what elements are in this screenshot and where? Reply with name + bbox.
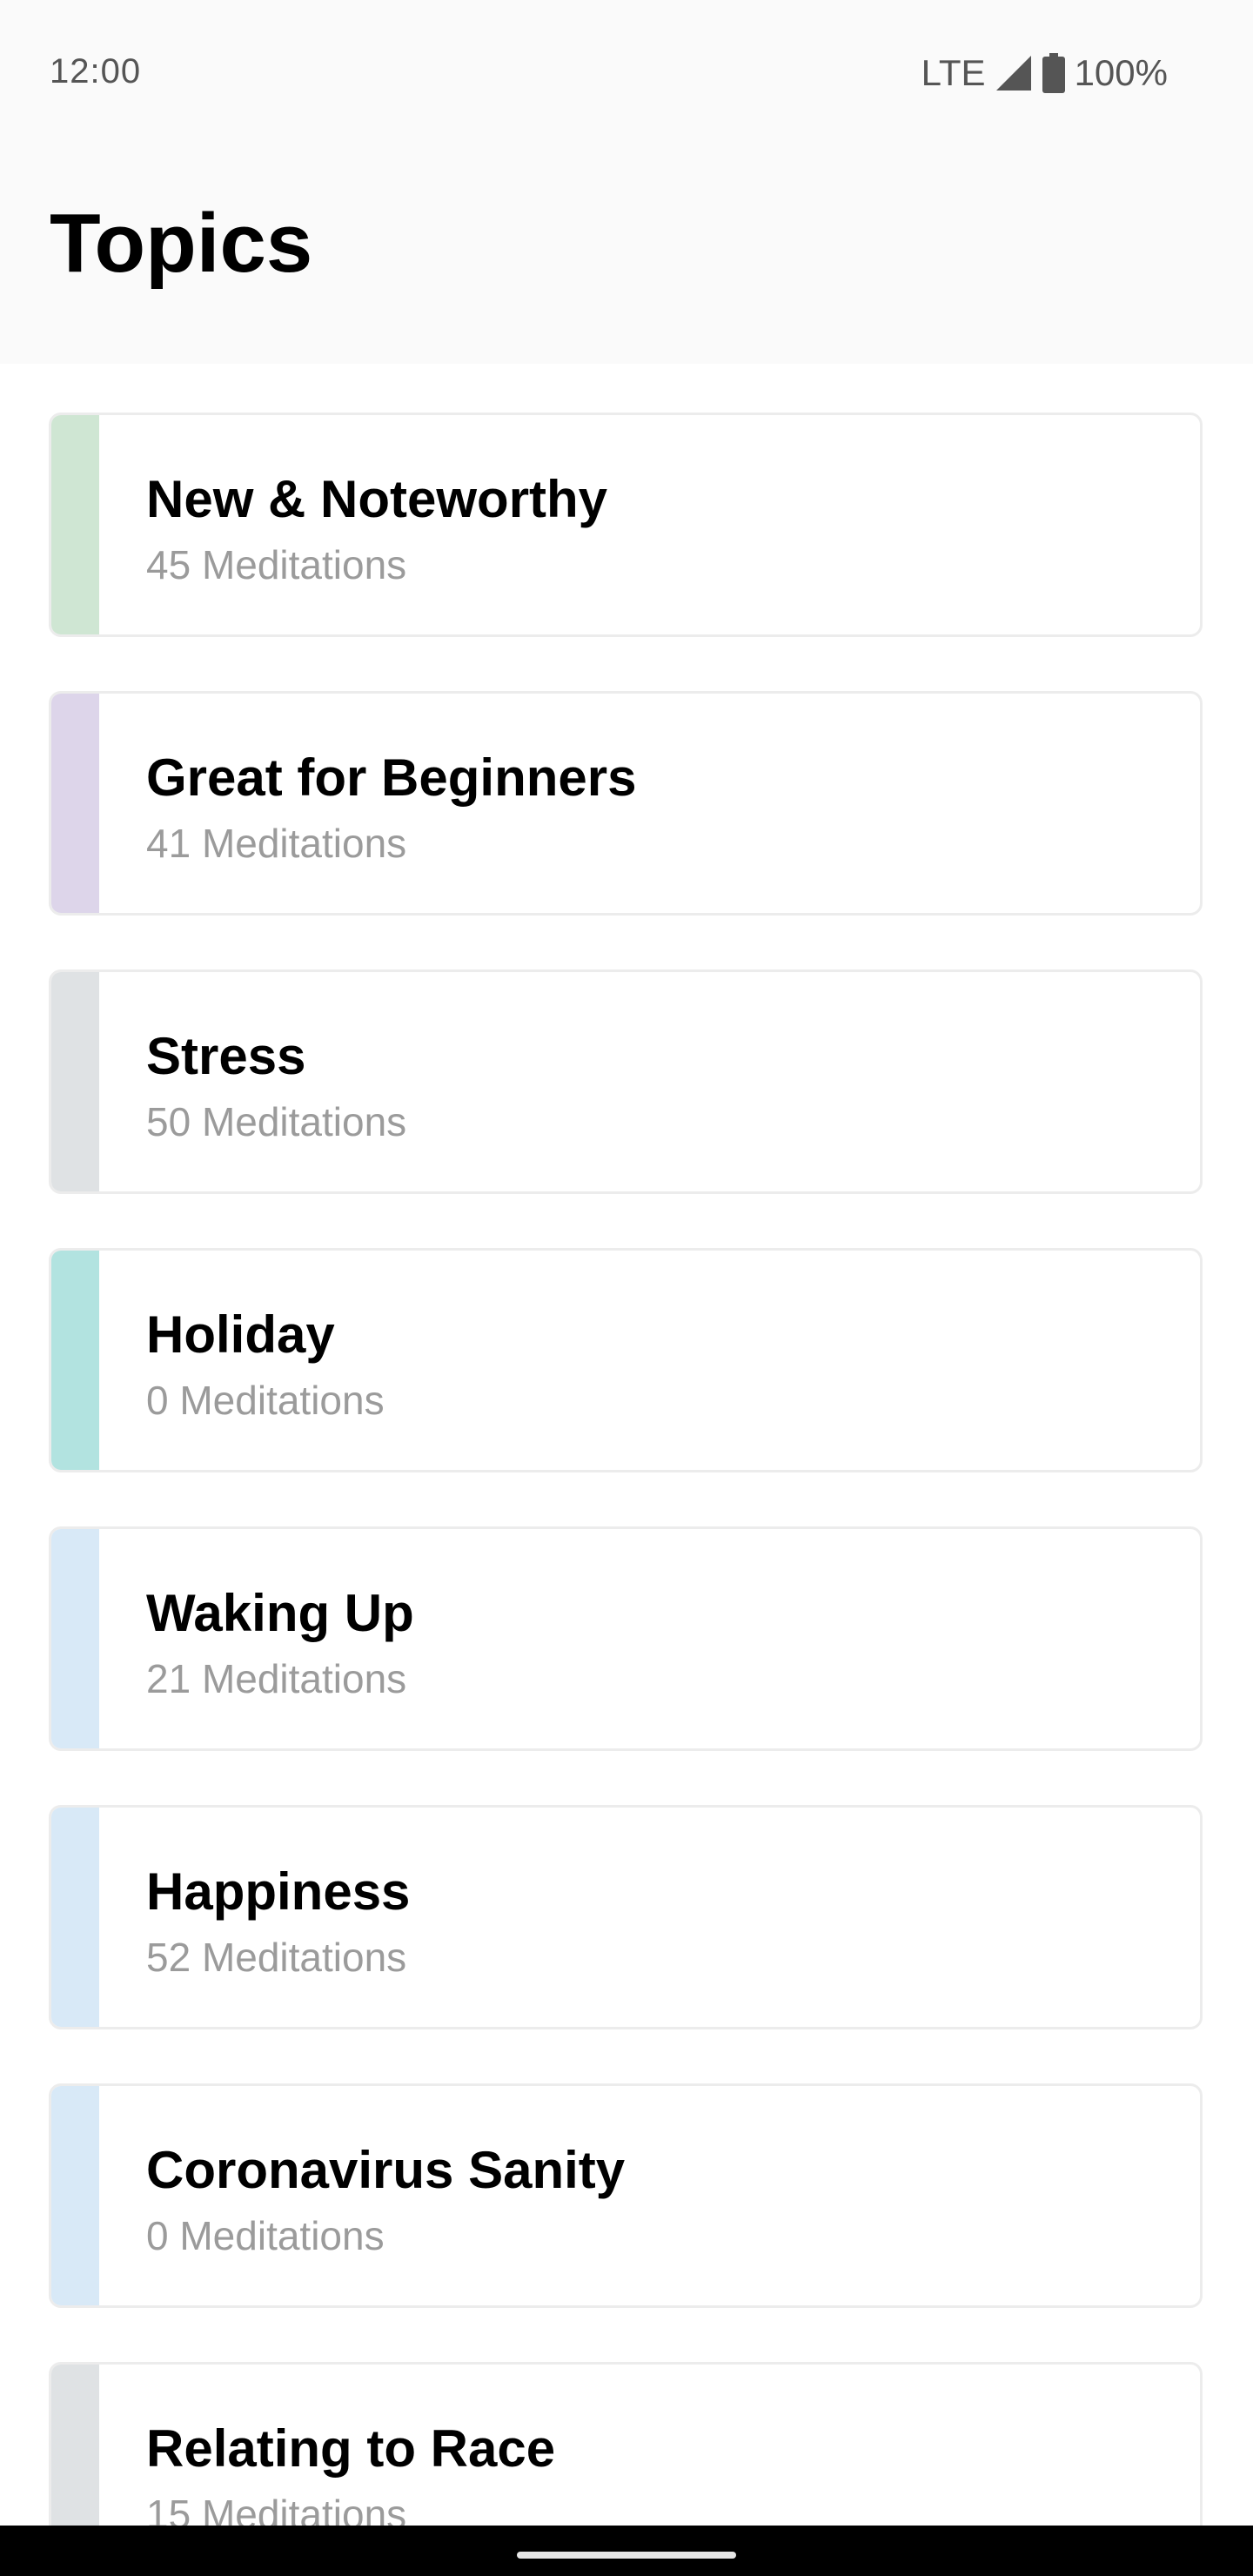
battery-percent: 100%: [1074, 52, 1168, 93]
battery-icon: [1042, 53, 1065, 93]
topic-title: Great for Beginners: [146, 748, 637, 807]
topic-title: Holiday: [146, 1305, 335, 1364]
topic-card[interactable]: Stress 50 Meditations: [49, 969, 1203, 1194]
topic-color-stripe: [51, 1251, 99, 1470]
topic-count: 0 Meditations: [146, 1378, 385, 1423]
page-header: Topics: [0, 148, 1253, 364]
topic-color-stripe: [51, 2086, 99, 2305]
topic-color-stripe: [51, 972, 99, 1191]
signal-icon: [995, 56, 1031, 91]
topic-card[interactable]: Holiday 0 Meditations: [49, 1248, 1203, 1472]
topic-title: Coronavirus Sanity: [146, 2141, 626, 2199]
topic-color-stripe: [51, 1808, 99, 2027]
topic-title: Happiness: [146, 1862, 411, 1921]
topic-title: Waking Up: [146, 1584, 414, 1642]
status-indicators: LTE 100%: [921, 52, 1168, 94]
status-time: 12:00: [50, 52, 142, 91]
topic-count: 21 Meditations: [146, 1656, 407, 1701]
topic-color-stripe: [51, 415, 99, 634]
topic-card[interactable]: Relating to Race 15 Meditations: [49, 2362, 1203, 2526]
topic-color-stripe: [51, 694, 99, 913]
topic-count: 15 Meditations: [146, 2492, 407, 2526]
topic-title: New & Noteworthy: [146, 470, 608, 528]
topic-card[interactable]: Coronavirus Sanity 0 Meditations: [49, 2083, 1203, 2308]
topic-title: Stress: [146, 1027, 306, 1085]
navigation-bar: [0, 2526, 1253, 2576]
topic-count: 0 Meditations: [146, 2213, 385, 2258]
status-bar: 12:00 LTE 100%: [0, 0, 1253, 148]
topic-count: 45 Meditations: [146, 542, 407, 587]
page-title: Topics: [50, 197, 313, 290]
topics-list[interactable]: New & Noteworthy 45 Meditations Great fo…: [0, 364, 1253, 2526]
topic-count: 41 Meditations: [146, 821, 407, 866]
topic-title: Relating to Race: [146, 2419, 556, 2478]
topic-color-stripe: [51, 2365, 99, 2526]
topic-count: 50 Meditations: [146, 1099, 407, 1144]
network-label: LTE: [921, 52, 986, 93]
topic-color-stripe: [51, 1529, 99, 1748]
topic-card[interactable]: Great for Beginners 41 Meditations: [49, 691, 1203, 916]
home-gesture-handle[interactable]: [517, 2552, 736, 2559]
topic-count: 52 Meditations: [146, 1935, 407, 1980]
topic-card[interactable]: Waking Up 21 Meditations: [49, 1526, 1203, 1751]
topic-card[interactable]: Happiness 52 Meditations: [49, 1805, 1203, 2029]
topic-card[interactable]: New & Noteworthy 45 Meditations: [49, 413, 1203, 637]
